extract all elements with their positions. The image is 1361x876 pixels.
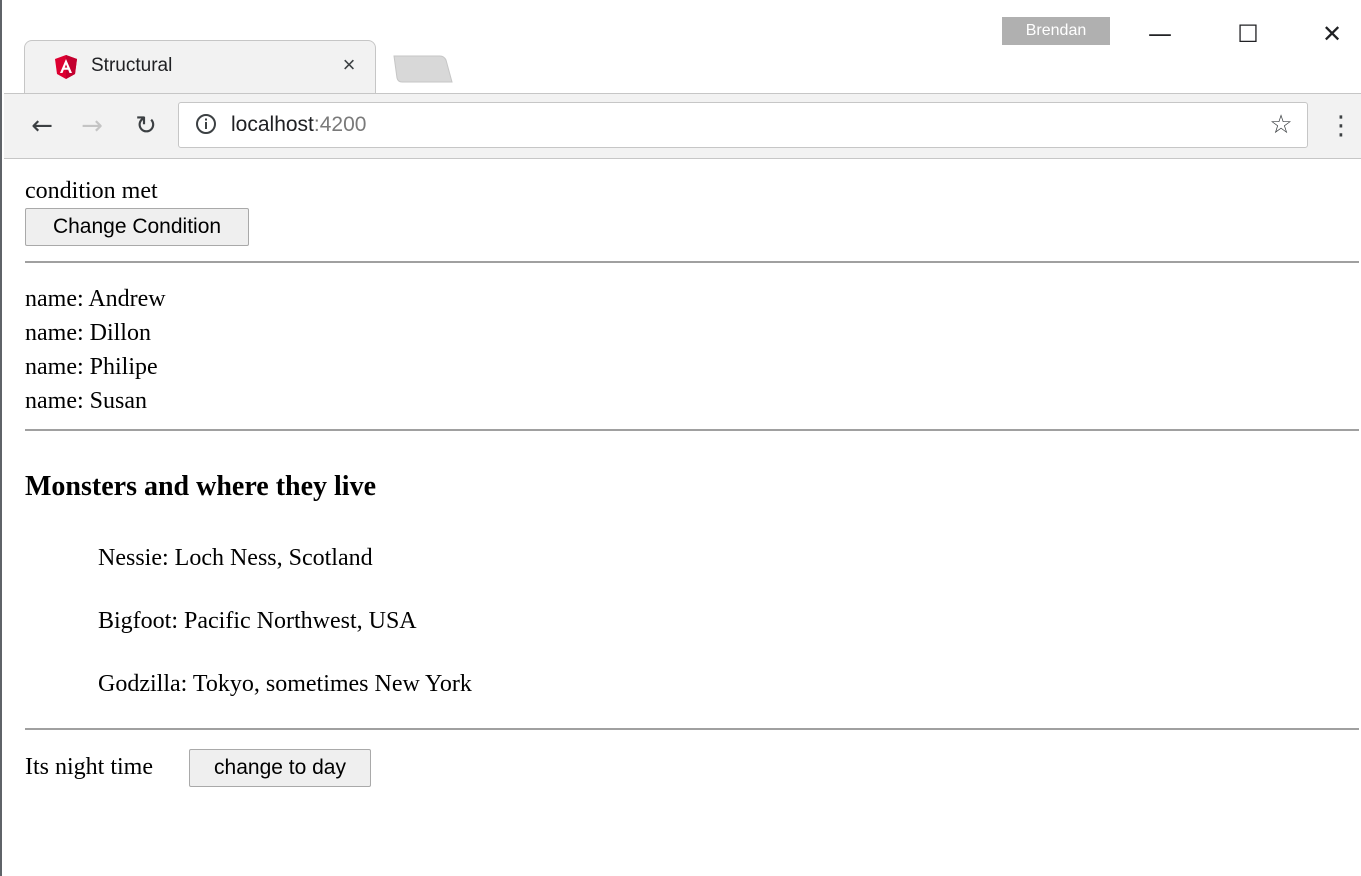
change-to-day-button[interactable]: change to day xyxy=(189,749,371,787)
back-icon[interactable]: ← xyxy=(24,108,60,144)
tab-close-icon[interactable]: × xyxy=(337,53,361,77)
monster-item: Bigfoot: Pacific Northwest, USA xyxy=(98,608,417,634)
monster-item: Godzilla: Tokyo, sometimes New York xyxy=(98,671,472,697)
name-item: name: Philipe xyxy=(25,354,158,380)
close-icon[interactable]: ✕ xyxy=(1310,14,1354,54)
change-condition-button[interactable]: Change Condition xyxy=(25,208,249,246)
names-list: name: Andrew name: Dillon name: Philipe … xyxy=(25,282,166,418)
reload-icon[interactable]: ↻ xyxy=(128,108,164,144)
browser-window: Structural × Brendan — ☐ ✕ ← → ↻ localho… xyxy=(0,0,1361,876)
browser-toolbar: ← → ↻ localhost:4200 ☆ ⋮ xyxy=(4,93,1361,159)
page-content: condition met Change Condition name: And… xyxy=(4,160,1361,876)
divider xyxy=(25,728,1359,730)
bookmark-star-icon[interactable]: ☆ xyxy=(1267,111,1295,139)
forward-icon[interactable]: → xyxy=(74,108,110,144)
info-icon[interactable] xyxy=(195,113,217,135)
tab-title: Structural xyxy=(91,55,173,76)
name-item: name: Dillon xyxy=(25,320,151,346)
menu-icon[interactable]: ⋮ xyxy=(1328,108,1354,144)
new-tab-button[interactable] xyxy=(392,54,454,84)
profile-badge[interactable]: Brendan xyxy=(1002,17,1110,45)
name-item: name: Susan xyxy=(25,388,147,414)
divider xyxy=(25,261,1359,263)
title-bar: Structural × Brendan — ☐ ✕ xyxy=(4,0,1361,94)
url-port: :4200 xyxy=(313,113,367,136)
address-bar[interactable]: localhost:4200 ☆ xyxy=(178,102,1308,148)
url-text[interactable]: localhost:4200 xyxy=(231,113,366,137)
tab-structural[interactable]: Structural × xyxy=(24,40,376,94)
maximize-icon[interactable]: ☐ xyxy=(1226,14,1270,54)
monsters-heading: Monsters and where they live xyxy=(25,471,376,502)
monster-item: Nessie: Loch Ness, Scotland xyxy=(98,545,373,571)
angular-icon xyxy=(55,55,77,79)
time-of-day-text: Its night time xyxy=(25,754,153,780)
condition-text: condition met xyxy=(25,178,158,204)
url-host: localhost xyxy=(231,113,314,136)
name-item: name: Andrew xyxy=(25,286,166,312)
minimize-icon[interactable]: — xyxy=(1138,14,1182,54)
divider xyxy=(25,429,1359,431)
